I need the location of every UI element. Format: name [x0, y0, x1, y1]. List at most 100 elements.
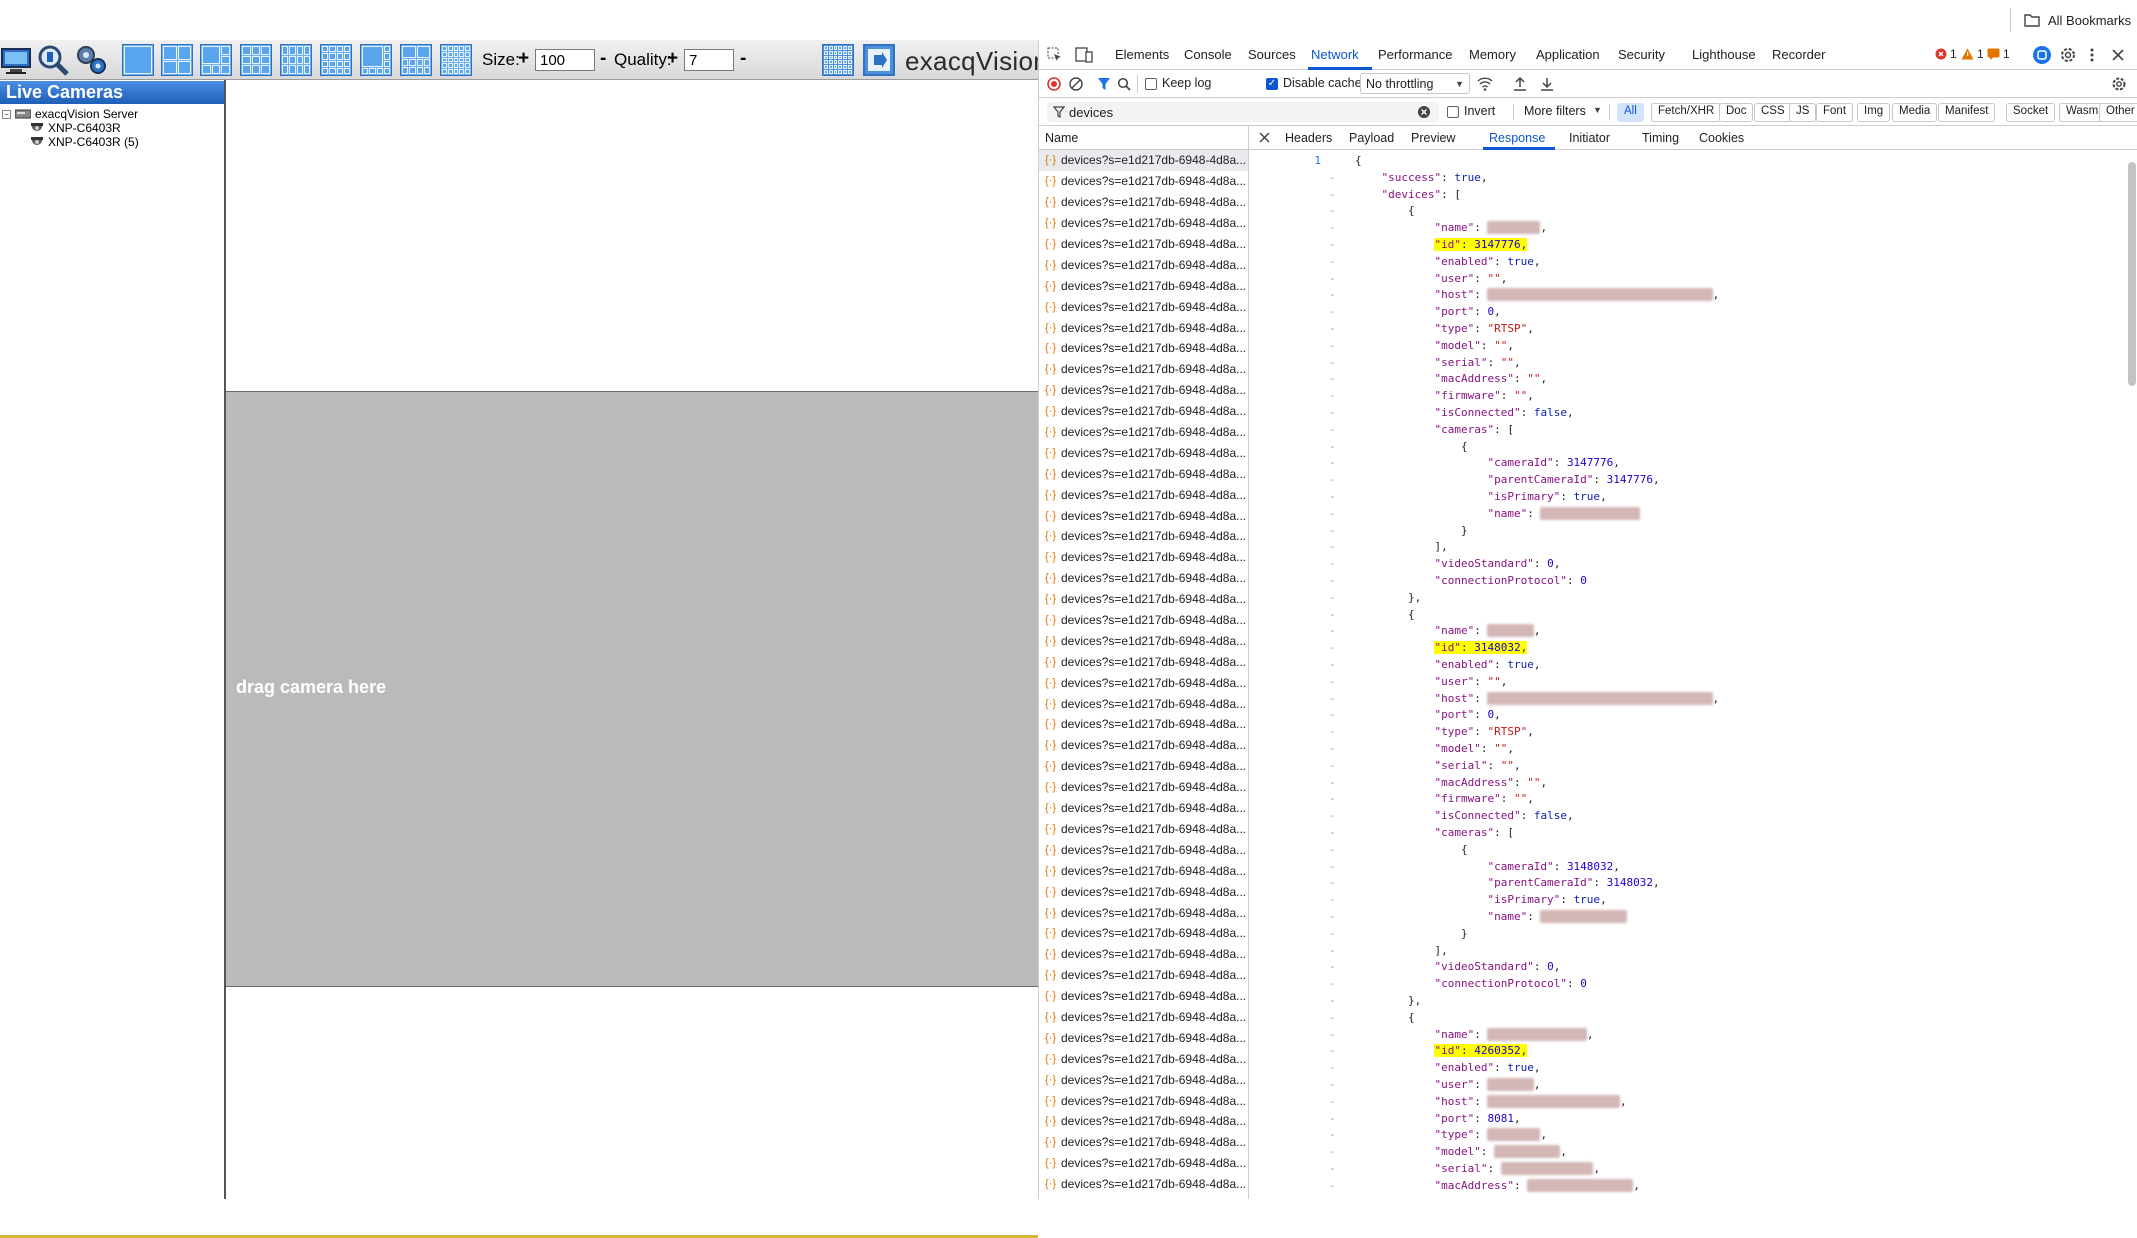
request-row[interactable]: {·} devices?s=e1d217db-6948-4d8a... — [1039, 296, 1248, 317]
request-row[interactable]: {·} devices?s=e1d217db-6948-4d8a... — [1039, 192, 1248, 213]
request-row[interactable]: {·} devices?s=e1d217db-6948-4d8a... — [1039, 1007, 1248, 1028]
more-options-icon[interactable] — [2089, 47, 2095, 63]
request-row[interactable]: {·} devices?s=e1d217db-6948-4d8a... — [1039, 275, 1248, 296]
invert-checkbox[interactable] — [1447, 106, 1459, 118]
layout-6x6-icon[interactable] — [822, 44, 854, 76]
ai-assistant-icon[interactable] — [2032, 45, 2052, 65]
request-row[interactable]: {·} devices?s=e1d217db-6948-4d8a... — [1039, 1111, 1248, 1132]
import-har-icon[interactable] — [1513, 77, 1527, 91]
size-plus-button[interactable]: + — [518, 48, 529, 70]
issues-badge[interactable]: 1 — [1987, 47, 2010, 61]
tab-console[interactable]: Console — [1184, 47, 1232, 62]
request-row[interactable]: {·} devices?s=e1d217db-6948-4d8a... — [1039, 547, 1248, 568]
collapse-toggle-icon[interactable]: − — [2, 109, 11, 119]
request-row[interactable]: {·} devices?s=e1d217db-6948-4d8a... — [1039, 1069, 1248, 1090]
network-conditions-icon[interactable] — [1477, 77, 1493, 91]
tab-recorder[interactable]: Recorder — [1772, 47, 1825, 62]
tab-elements[interactable]: Elements — [1115, 47, 1169, 62]
request-row[interactable]: {·} devices?s=e1d217db-6948-4d8a... — [1039, 1153, 1248, 1174]
tab-lighthouse[interactable]: Lighthouse — [1692, 47, 1756, 62]
more-filters-dropdown[interactable]: More filters — [1524, 104, 1586, 118]
tree-server-node[interactable]: − exacqVision Server — [2, 107, 138, 121]
filter-chip-img[interactable]: Img — [1857, 103, 1891, 122]
layout-1plus5-icon[interactable] — [200, 44, 232, 76]
request-row[interactable]: {·} devices?s=e1d217db-6948-4d8a... — [1039, 589, 1248, 610]
request-row[interactable]: {·} devices?s=e1d217db-6948-4d8a... — [1039, 672, 1248, 693]
request-row[interactable]: {·} devices?s=e1d217db-6948-4d8a... — [1039, 651, 1248, 672]
keep-log-checkbox[interactable] — [1145, 78, 1157, 90]
tree-camera-node[interactable]: XNP-C6403R — [30, 121, 121, 135]
request-row[interactable]: {·} devices?s=e1d217db-6948-4d8a... — [1039, 819, 1248, 840]
request-row[interactable]: {·} devices?s=e1d217db-6948-4d8a... — [1039, 505, 1248, 526]
request-row[interactable]: {·} devices?s=e1d217db-6948-4d8a... — [1039, 777, 1248, 798]
sequence-arrow-icon[interactable] — [862, 43, 896, 77]
request-row[interactable]: {·} devices?s=e1d217db-6948-4d8a... — [1039, 923, 1248, 944]
filter-chip-fetch-xhr[interactable]: Fetch/XHR — [1651, 103, 1722, 122]
request-row[interactable]: {·} devices?s=e1d217db-6948-4d8a... — [1039, 1090, 1248, 1111]
request-row[interactable]: {·} devices?s=e1d217db-6948-4d8a... — [1039, 714, 1248, 735]
request-row[interactable]: {·} devices?s=e1d217db-6948-4d8a... — [1039, 735, 1248, 756]
request-row[interactable]: {·} devices?s=e1d217db-6948-4d8a... — [1039, 860, 1248, 881]
request-row[interactable]: {·} devices?s=e1d217db-6948-4d8a... — [1039, 839, 1248, 860]
layout-4x4-icon[interactable] — [320, 44, 352, 76]
request-row[interactable]: {·} devices?s=e1d217db-6948-4d8a... — [1039, 1048, 1248, 1069]
search-icon[interactable] — [1117, 77, 1131, 91]
request-row[interactable]: {·} devices?s=e1d217db-6948-4d8a... — [1039, 902, 1248, 923]
filter-chip-font[interactable]: Font — [1816, 103, 1854, 122]
live-monitor-icon[interactable] — [0, 43, 34, 77]
request-row[interactable]: {·} devices?s=e1d217db-6948-4d8a... — [1039, 442, 1248, 463]
tab-application[interactable]: Application — [1536, 47, 1600, 62]
request-row[interactable]: {·} devices?s=e1d217db-6948-4d8a... — [1039, 986, 1248, 1007]
size-minus-button[interactable]: - — [600, 48, 606, 70]
size-input[interactable] — [535, 49, 595, 71]
request-row[interactable]: {·} devices?s=e1d217db-6948-4d8a... — [1039, 944, 1248, 965]
response-scrollbar-thumb[interactable] — [2128, 162, 2136, 386]
filter-chip-other[interactable]: Other — [2099, 103, 2137, 122]
detail-tab-timing[interactable]: Timing — [1642, 131, 1679, 145]
filter-chip-manifest[interactable]: Manifest — [1938, 103, 1996, 122]
request-row[interactable]: {·} devices?s=e1d217db-6948-4d8a... — [1039, 338, 1248, 359]
tab-memory[interactable]: Memory — [1469, 47, 1516, 62]
name-column-header[interactable]: Name — [1039, 126, 1248, 150]
camera-drop-zone[interactable]: drag camera here — [226, 391, 1038, 987]
filter-chip-media[interactable]: Media — [1892, 103, 1938, 122]
settings-gear-icon[interactable] — [2059, 46, 2077, 64]
request-row[interactable]: {·} devices?s=e1d217db-6948-4d8a... — [1039, 171, 1248, 192]
request-row[interactable]: {·} devices?s=e1d217db-6948-4d8a... — [1039, 610, 1248, 631]
filter-chip-all[interactable]: All — [1617, 103, 1644, 122]
layout-4x3-icon[interactable] — [280, 44, 312, 76]
request-row[interactable]: {·} devices?s=e1d217db-6948-4d8a... — [1039, 630, 1248, 651]
request-row[interactable]: {·} devices?s=e1d217db-6948-4d8a... — [1039, 359, 1248, 380]
clear-filter-icon[interactable] — [1417, 105, 1431, 119]
export-har-icon[interactable] — [1540, 77, 1554, 91]
request-row[interactable]: {·} devices?s=e1d217db-6948-4d8a... — [1039, 484, 1248, 505]
tab-network[interactable]: Network — [1311, 47, 1359, 62]
request-row[interactable]: {·} devices?s=e1d217db-6948-4d8a... — [1039, 234, 1248, 255]
request-row[interactable]: {·} devices?s=e1d217db-6948-4d8a... — [1039, 568, 1248, 589]
detail-tab-response[interactable]: Response — [1489, 131, 1545, 145]
filter-box[interactable] — [1047, 102, 1439, 122]
throttling-select[interactable]: No throttling ▼ — [1360, 73, 1470, 94]
record-stop-icon[interactable] — [1047, 77, 1061, 91]
quality-input[interactable] — [684, 49, 734, 71]
device-toolbar-icon[interactable] — [1075, 47, 1093, 63]
disable-cache-checkbox[interactable]: ✓ — [1266, 78, 1278, 90]
request-row[interactable]: {·} devices?s=e1d217db-6948-4d8a... — [1039, 756, 1248, 777]
detail-tab-headers[interactable]: Headers — [1285, 131, 1332, 145]
filter-chip-css[interactable]: CSS — [1754, 103, 1792, 122]
tab-performance[interactable]: Performance — [1378, 47, 1452, 62]
filter-input[interactable] — [1069, 104, 1409, 120]
detail-tab-cookies[interactable]: Cookies — [1699, 131, 1744, 145]
request-row[interactable]: {·} devices?s=e1d217db-6948-4d8a... — [1039, 693, 1248, 714]
errors-badge[interactable]: 1 — [1935, 47, 1957, 61]
tab-sources[interactable]: Sources — [1248, 47, 1296, 62]
request-row[interactable]: {·} devices?s=e1d217db-6948-4d8a... — [1039, 150, 1248, 171]
layout-2x2-icon[interactable] — [161, 44, 193, 76]
request-row[interactable]: {·} devices?s=e1d217db-6948-4d8a... — [1039, 1027, 1248, 1048]
detail-tab-preview[interactable]: Preview — [1411, 131, 1455, 145]
quality-plus-button[interactable]: + — [667, 48, 678, 70]
clear-icon[interactable] — [1069, 77, 1083, 91]
request-row[interactable]: {·} devices?s=e1d217db-6948-4d8a... — [1039, 965, 1248, 986]
request-row[interactable]: {·} devices?s=e1d217db-6948-4d8a... — [1039, 213, 1248, 234]
network-settings-gear-icon[interactable] — [2111, 76, 2127, 92]
